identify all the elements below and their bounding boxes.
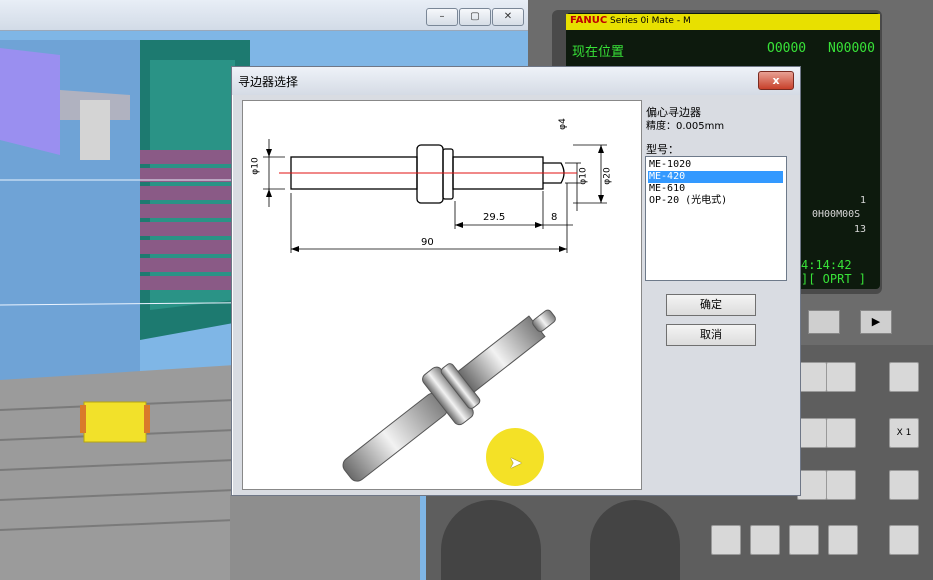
dialog-titlebar: 寻边器选择 x: [232, 67, 800, 95]
model-item-me610[interactable]: ME-610: [648, 183, 783, 195]
cnc-softkey-oprt[interactable]: ][ OPRT ]: [801, 272, 866, 286]
cnc-key-cycle[interactable]: [889, 362, 919, 392]
model-item-me1020[interactable]: ME-1020: [648, 159, 783, 171]
cnc-key-jog[interactable]: [826, 362, 856, 392]
cnc-program-number: O0000: [767, 41, 807, 56]
cnc-brand: FANUC: [570, 15, 608, 26]
maximize-button[interactable]: ▢: [459, 8, 491, 26]
cnc-key-ref[interactable]: [826, 418, 856, 448]
window-close-button[interactable]: ✕: [492, 8, 524, 26]
cnc-series: Series 0i Mate - M: [610, 16, 691, 26]
model-label: 型号：: [646, 143, 679, 156]
minimize-button[interactable]: –: [426, 8, 458, 26]
cnc-key-blank-1[interactable]: [797, 470, 827, 500]
cnc-softkey-blank[interactable]: [808, 310, 840, 334]
cnc-key-blank-8[interactable]: [889, 525, 919, 555]
dim-tip-length: 8: [551, 212, 558, 223]
cnc-run-time: 0H00M00S: [812, 209, 861, 220]
cnc-key-feed[interactable]: [797, 362, 827, 392]
edge-finder-precision: 精度：0.005mm: [646, 121, 725, 132]
model-item-me420[interactable]: ME-420: [648, 171, 783, 183]
cnc-value-1: 1: [860, 195, 867, 206]
cnc-clock: 4:14:42: [801, 258, 852, 272]
cnc-key-x1[interactable]: X 1: [889, 418, 919, 448]
dim-body-diameter: φ10: [578, 167, 589, 185]
dim-collar-diameter: φ20: [602, 167, 613, 185]
dialog-title: 寻边器选择: [238, 75, 299, 89]
mouse-cursor-icon: ➤: [509, 453, 523, 472]
cnc-softkey-next[interactable]: ▶: [860, 310, 892, 334]
cnc-key-blank-2[interactable]: [826, 470, 856, 500]
edge-finder-drawing: φ10 φ4 φ10 φ20 29.5 8 90 ➤: [242, 100, 642, 490]
cnc-value-13: 13: [854, 224, 867, 235]
cnc-position-label: 现在位置: [572, 45, 625, 60]
dim-tip-diameter: φ4: [557, 118, 568, 130]
cnc-key-blank-5[interactable]: [750, 525, 780, 555]
dim-total-length: 90: [421, 237, 434, 248]
edge-finder-diagram: [263, 139, 607, 486]
cancel-button[interactable]: 取消: [666, 324, 756, 346]
cnc-key-handle[interactable]: [797, 418, 827, 448]
cnc-key-blank-4[interactable]: [711, 525, 741, 555]
ok-button[interactable]: 确定: [666, 294, 756, 316]
cnc-key-blank-7[interactable]: [828, 525, 858, 555]
cnc-sequence-number: N00000: [828, 41, 875, 56]
model-listbox[interactable]: ME-1020 ME-420 ME-610 OP-20 (光电式): [645, 156, 787, 281]
cnc-spindle-override-dial[interactable]: [590, 500, 680, 580]
dialog-close-button[interactable]: x: [758, 71, 794, 90]
dim-shank-diameter: φ10: [250, 157, 261, 175]
model-item-op20[interactable]: OP-20 (光电式): [648, 195, 783, 207]
cnc-key-blank-3[interactable]: [889, 470, 919, 500]
cnc-key-blank-6[interactable]: [789, 525, 819, 555]
cnc-screen-header: FANUC Series 0i Mate - M: [566, 14, 880, 30]
edge-finder-dialog: 寻边器选择 x φ10 φ4 φ10 φ20 29.5 8 90 ➤ 偏心寻边器…: [231, 66, 801, 496]
dim-body-length: 29.5: [483, 212, 506, 223]
